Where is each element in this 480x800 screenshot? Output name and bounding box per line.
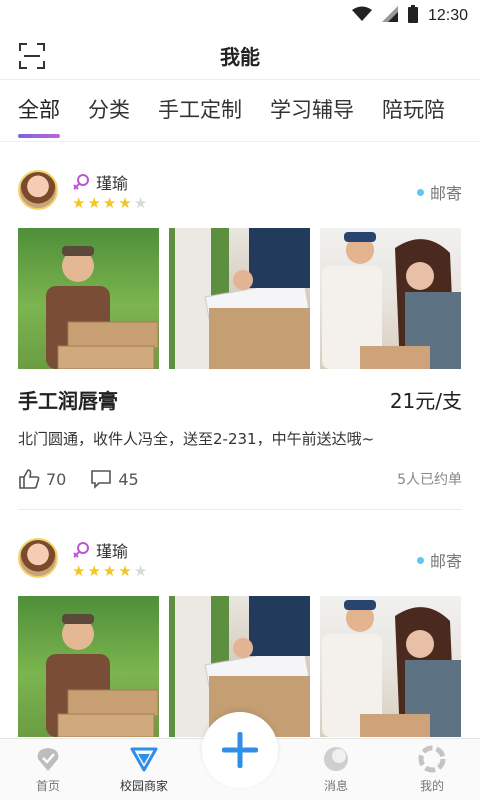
star-icon: ★ [72, 193, 86, 212]
page-title: 我能 [220, 45, 260, 69]
status-bar: 12:30 [0, 0, 480, 32]
card-header: 瑾瑜 ★ ★ ★ ★ ★ 邮寄 [18, 168, 462, 212]
clock: 12:30 [427, 7, 468, 24]
star-icon: ★ [102, 561, 117, 580]
avatar[interactable] [18, 538, 58, 578]
item-description: 北门圆通，收件人冯全，送至2-231，中午前送达哦~ [18, 430, 375, 448]
battery-icon [407, 5, 418, 27]
profile-ring-icon [418, 745, 446, 773]
card-stats: 70 45 5人已约单 [18, 467, 462, 491]
thumbs-up-icon [19, 469, 40, 489]
product-photo[interactable] [320, 596, 461, 737]
delivery-tag: 邮寄 [416, 548, 462, 572]
product-photo[interactable] [169, 228, 310, 369]
star-icon: ★ [72, 561, 86, 580]
delivery-dot [416, 556, 424, 564]
nav-campus-label: 校园商家 [119, 779, 168, 793]
nav-home[interactable]: 首页 [0, 739, 96, 800]
home-pin-icon [37, 748, 59, 771]
nav-me-label: 我的 [419, 779, 444, 793]
delivery-label: 邮寄 [429, 552, 462, 571]
star-icon: ★ [133, 561, 148, 580]
product-photo[interactable] [18, 228, 159, 369]
nav-messages[interactable]: 消息 [288, 739, 384, 800]
app-header: 我能 [0, 32, 480, 80]
delivery-tag: 邮寄 [416, 180, 462, 204]
publish-button[interactable] [202, 712, 278, 788]
item-title-row: 手工润唇膏 21元/支 [18, 385, 462, 414]
category-tabs: 全部 分类 手工定制 学习辅导 陪玩陪 [0, 80, 480, 142]
scan-icon[interactable] [18, 42, 46, 70]
comment-button[interactable]: 45 [90, 468, 139, 490]
card-header: 瑾瑜 ★ ★ ★ ★ ★ 邮寄 [18, 536, 462, 580]
username[interactable]: 瑾瑜 [96, 170, 128, 194]
avatar[interactable] [18, 170, 58, 210]
comment-icon [91, 470, 112, 489]
user-info: 瑾瑜 ★ ★ ★ ★ ★ [72, 170, 147, 211]
star-icon: ★ [133, 193, 148, 212]
username[interactable]: 瑾瑜 [96, 538, 128, 562]
tab-category[interactable]: 分类 [88, 94, 130, 128]
rating-stars: ★ ★ ★ ★ ★ [72, 193, 148, 212]
item-title[interactable]: 手工润唇膏 [18, 385, 118, 414]
nav-messages-label: 消息 [323, 779, 348, 793]
tab-all[interactable]: 全部 [18, 94, 60, 138]
service-card[interactable]: 瑾瑜 ★ ★ ★ ★ ★ 邮寄 [0, 510, 480, 737]
delivery-dot [416, 188, 424, 196]
nav-campus-merchants[interactable]: 校园商家 [96, 739, 192, 800]
female-icon [73, 173, 89, 190]
star-icon: ★ [87, 193, 101, 212]
star-icon: ★ [118, 561, 132, 580]
delivery-label: 邮寄 [429, 184, 462, 203]
campus-shop-icon [130, 747, 158, 772]
user-info: 瑾瑜 ★ ★ ★ ★ ★ [72, 538, 147, 579]
tab-handmade[interactable]: 手工定制 [158, 94, 242, 128]
like-button[interactable]: 70 [18, 468, 66, 490]
service-card[interactable]: 瑾瑜 ★ ★ ★ ★ ★ 邮寄 [0, 142, 480, 510]
nav-home-label: 首页 [35, 779, 60, 793]
rating-stars: ★ ★ ★ ★ ★ [72, 561, 148, 580]
wifi-icon [351, 6, 372, 26]
star-icon: ★ [118, 193, 132, 212]
message-icon [324, 747, 348, 771]
star-icon: ★ [102, 193, 117, 212]
comment-count: 45 [118, 469, 139, 489]
nav-me[interactable]: 我的 [384, 739, 480, 800]
signal-icon [381, 6, 398, 26]
plus-icon [222, 732, 258, 768]
female-icon [73, 541, 89, 558]
booked-count: 5人已约单 [397, 472, 462, 488]
product-photo[interactable] [18, 596, 159, 737]
tab-companion[interactable]: 陪玩陪 [382, 94, 445, 128]
like-count: 70 [46, 469, 67, 489]
item-price: 21元/支 [389, 389, 462, 413]
product-photo[interactable] [320, 228, 461, 369]
star-icon: ★ [87, 561, 101, 580]
tab-tutoring[interactable]: 学习辅导 [270, 94, 354, 128]
service-feed[interactable]: 瑾瑜 ★ ★ ★ ★ ★ 邮寄 手工润唇膏 21元/支 北门圆通，收件人冯全，送… [0, 142, 480, 738]
photo-gallery [18, 228, 462, 369]
